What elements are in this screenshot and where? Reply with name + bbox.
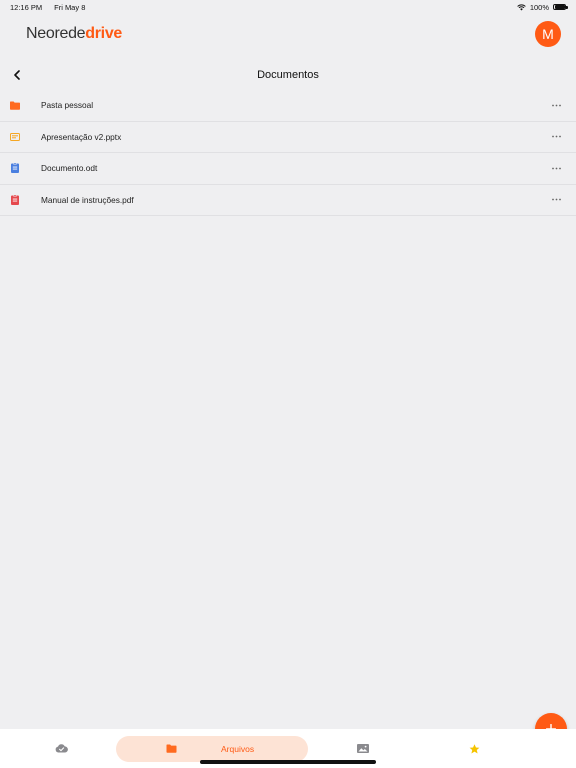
page-title: Documentos bbox=[257, 69, 319, 81]
nav-bar: Documentos bbox=[0, 62, 576, 88]
tab-favorites[interactable] bbox=[418, 736, 530, 762]
back-button[interactable] bbox=[8, 65, 26, 85]
star-icon bbox=[469, 743, 479, 753]
more-horizontal-icon bbox=[551, 198, 561, 201]
list-item-folder[interactable]: Pasta pessoal bbox=[0, 90, 576, 122]
tab-files-label: Arquivos bbox=[221, 743, 255, 754]
tab-photos[interactable] bbox=[308, 736, 418, 762]
more-button[interactable] bbox=[546, 98, 566, 112]
file-name: Apresentação v2.pptx bbox=[41, 131, 122, 142]
wifi-icon bbox=[517, 3, 526, 10]
document-icon bbox=[10, 163, 20, 174]
presentation-icon bbox=[10, 132, 20, 142]
app-logo: Neorededrive bbox=[26, 25, 123, 42]
chevron-left-icon bbox=[14, 70, 20, 80]
more-horizontal-icon bbox=[551, 135, 561, 138]
cloud-check-icon bbox=[55, 744, 68, 753]
list-item-pdf[interactable]: Manual de instruções.pdf bbox=[0, 185, 576, 216]
avatar[interactable]: M bbox=[535, 21, 561, 47]
tab-files[interactable]: Arquivos bbox=[116, 735, 308, 762]
status-bar: 12:16 PM Fri May 8 100% bbox=[0, 0, 576, 14]
battery-percent: 100% bbox=[529, 2, 549, 12]
pdf-icon bbox=[10, 194, 20, 205]
file-list: Pasta pessoal Apresentação v2.pptx Docum… bbox=[0, 90, 576, 216]
home-indicator bbox=[200, 760, 376, 764]
image-icon bbox=[357, 744, 369, 753]
more-horizontal-icon bbox=[551, 104, 561, 107]
more-button[interactable] bbox=[546, 161, 566, 175]
more-button[interactable] bbox=[546, 193, 566, 207]
status-time: 12:16 PM bbox=[10, 2, 43, 12]
status-right: 100% bbox=[517, 2, 568, 12]
folder-icon bbox=[166, 744, 177, 753]
more-button[interactable] bbox=[546, 130, 566, 144]
list-item-document[interactable]: Documento.odt bbox=[0, 153, 576, 185]
battery-icon bbox=[553, 3, 568, 11]
tab-cloud[interactable] bbox=[0, 736, 116, 762]
file-name: Documento.odt bbox=[41, 163, 98, 174]
more-horizontal-icon bbox=[551, 167, 561, 170]
list-item-presentation[interactable]: Apresentação v2.pptx bbox=[0, 122, 576, 153]
file-name: Pasta pessoal bbox=[41, 100, 94, 111]
folder-icon bbox=[10, 100, 20, 110]
status-date: Fri May 8 bbox=[54, 2, 86, 12]
file-name: Manual de instruções.pdf bbox=[41, 194, 134, 205]
app-header: Neorededrive M bbox=[0, 14, 576, 54]
